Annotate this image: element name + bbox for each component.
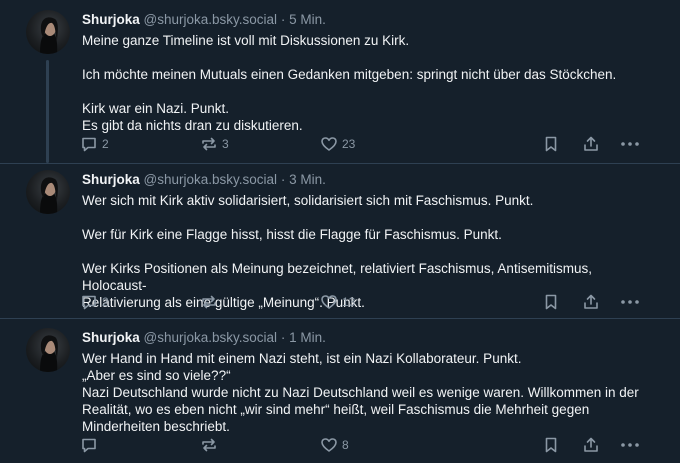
text-line: Kirk war ein Nazi. Punkt. (82, 101, 230, 116)
reply-count: 2 (102, 137, 109, 151)
more-dots-icon (621, 142, 639, 146)
text-line: Wer für Kirk eine Flagge hisst, hisst di… (82, 227, 502, 242)
post-time[interactable]: 1 Min. (289, 330, 326, 345)
post[interactable]: Shurjoka @shurjoka.bsky.social · 3 Min. … (0, 160, 680, 320)
more-dots-icon (621, 300, 639, 304)
reply-button[interactable] (80, 435, 102, 455)
repost-arrows-icon (202, 438, 216, 452)
post-time[interactable]: 5 Min. (289, 12, 326, 27)
share-button[interactable] (582, 435, 600, 455)
bookmark-icon (545, 437, 557, 453)
heart-icon (321, 438, 337, 452)
post-actions: 2 13 (80, 292, 660, 312)
post-meta: Shurjoka @shurjoka.bsky.social · 3 Min. (82, 172, 326, 187)
text-line: „Aber es sind so viele??“ (82, 368, 231, 383)
avatar[interactable] (26, 328, 70, 372)
more-options-button[interactable] (620, 435, 640, 455)
post[interactable]: Shurjoka @shurjoka.bsky.social · 5 Min. … (0, 0, 680, 163)
post-time[interactable]: 3 Min. (289, 172, 326, 187)
like-button[interactable]: 13 (320, 292, 355, 312)
text-line: Meine ganze Timeline ist voll mit Diskus… (82, 33, 410, 48)
author-handle[interactable]: @shurjoka.bsky.social (144, 330, 278, 345)
post-text: Meine ganze Timeline ist voll mit Diskus… (82, 32, 657, 134)
post-meta: Shurjoka @shurjoka.bsky.social · 5 Min. (82, 12, 326, 27)
more-dots-icon (621, 443, 639, 447)
meta-separator: · (280, 330, 286, 345)
bookmark-icon (545, 136, 557, 152)
post-actions: 2 3 23 (80, 134, 660, 154)
text-line: Es gibt da nichts dran zu diskutieren. (82, 118, 303, 133)
share-upload-icon (584, 294, 598, 309)
like-count: 23 (342, 137, 356, 151)
reply-count: 2 (102, 295, 109, 309)
meta-separator: · (280, 172, 286, 187)
author-name[interactable]: Shurjoka (82, 172, 140, 187)
bookmark-button[interactable] (542, 134, 560, 154)
speech-bubble-icon (82, 438, 96, 453)
more-options-button[interactable] (620, 134, 640, 154)
bookmark-button[interactable] (542, 435, 560, 455)
like-button[interactable]: 23 (320, 134, 355, 154)
repost-arrows-icon (202, 137, 216, 151)
like-count: 13 (342, 295, 356, 309)
text-line: Wer Hand in Hand mit einem Nazi steht, i… (82, 351, 522, 366)
repost-count: 3 (222, 137, 229, 151)
like-button[interactable]: 8 (320, 435, 349, 455)
share-upload-icon (584, 437, 598, 452)
like-count: 8 (342, 438, 349, 452)
post-actions: 8 (80, 435, 660, 455)
avatar[interactable] (26, 10, 70, 54)
repost-arrows-icon (202, 295, 216, 309)
text-line: Wer Kirks Positionen als Meinung bezeich… (82, 261, 592, 293)
speech-bubble-icon (82, 137, 96, 152)
text-line: Nazi Deutschland wurde nicht zu Nazi Deu… (82, 385, 639, 400)
reply-button[interactable]: 2 (80, 292, 109, 312)
repost-button[interactable]: 3 (200, 134, 229, 154)
thread-line (46, 60, 49, 163)
repost-button[interactable] (200, 435, 222, 455)
author-name[interactable]: Shurjoka (82, 12, 140, 27)
reply-button[interactable]: 2 (80, 134, 109, 154)
share-button[interactable] (582, 292, 600, 312)
avatar[interactable] (26, 170, 70, 214)
text-line: Minderheiten beschriebt. (82, 419, 230, 434)
meta-separator: · (280, 12, 286, 27)
author-handle[interactable]: @shurjoka.bsky.social (144, 172, 278, 187)
heart-icon (321, 137, 337, 151)
heart-icon (321, 295, 337, 309)
share-upload-icon (584, 136, 598, 151)
author-handle[interactable]: @shurjoka.bsky.social (144, 12, 278, 27)
repost-button[interactable] (200, 292, 222, 312)
post[interactable]: Shurjoka @shurjoka.bsky.social · 1 Min. … (0, 318, 680, 463)
post-text: Wer Hand in Hand mit einem Nazi steht, i… (82, 350, 657, 435)
bookmark-icon (545, 294, 557, 310)
text-line: Realität, wo es eben nicht „wir sind meh… (82, 402, 590, 417)
text-line: Ich möchte meinen Mutuals einen Gedanken… (82, 67, 617, 82)
speech-bubble-icon (82, 295, 96, 310)
bookmark-button[interactable] (542, 292, 560, 312)
share-button[interactable] (582, 134, 600, 154)
post-meta: Shurjoka @shurjoka.bsky.social · 1 Min. (82, 330, 326, 345)
text-line: Wer sich mit Kirk aktiv solidarisiert, s… (82, 193, 534, 208)
author-name[interactable]: Shurjoka (82, 330, 140, 345)
more-options-button[interactable] (620, 292, 640, 312)
